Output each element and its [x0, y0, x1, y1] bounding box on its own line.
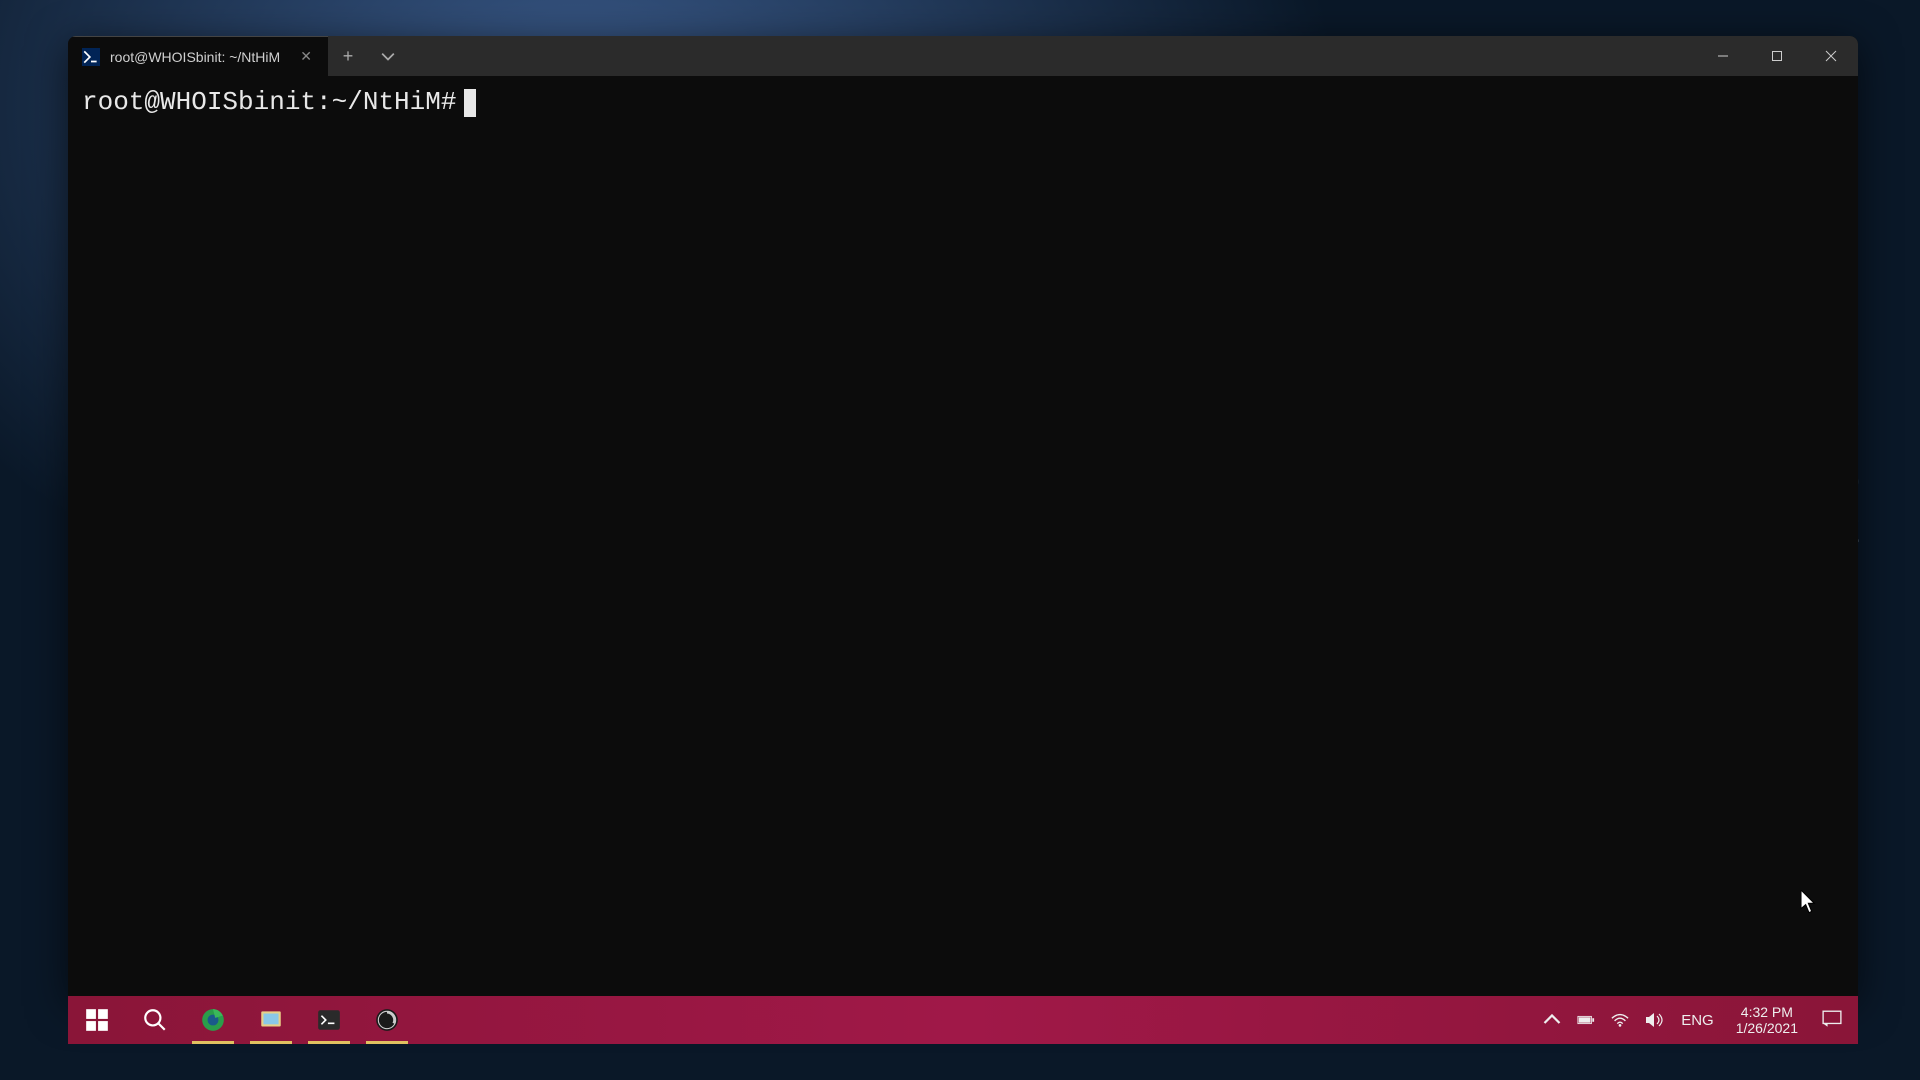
clock[interactable]: 4:32 PM 1/26/2021 [1726, 1004, 1808, 1036]
title-bar[interactable]: root@WHOISbinit: ~/NtHiM ✕ + [68, 36, 1858, 76]
text-cursor [464, 89, 476, 117]
language-indicator[interactable]: ENG [1673, 1012, 1722, 1029]
show-hidden-icons[interactable] [1537, 1011, 1567, 1029]
powershell-icon [82, 48, 100, 66]
volume-icon[interactable] [1639, 1011, 1669, 1029]
window-controls [1696, 36, 1858, 76]
terminal-window: root@WHOISbinit: ~/NtHiM ✕ + root@WHOISb… [68, 36, 1858, 998]
taskbar-app-files[interactable] [242, 996, 300, 1044]
clock-time: 4:32 PM [1736, 1004, 1798, 1020]
notifications-button[interactable] [1812, 1010, 1852, 1031]
clock-date: 1/26/2021 [1736, 1020, 1798, 1036]
close-window-button[interactable] [1804, 36, 1858, 76]
minimize-button[interactable] [1696, 36, 1750, 76]
taskbar-app-browser[interactable] [184, 996, 242, 1044]
close-tab-icon[interactable]: ✕ [294, 46, 318, 67]
battery-icon[interactable] [1571, 1011, 1601, 1029]
start-button[interactable] [68, 996, 126, 1044]
terminal-body[interactable]: root@WHOISbinit:~/NtHiM# [68, 76, 1858, 998]
taskbar: ENG 4:32 PM 1/26/2021 [68, 996, 1858, 1044]
taskbar-app-obs[interactable] [358, 996, 416, 1044]
taskbar-app-terminal[interactable] [300, 996, 358, 1044]
new-tab-button[interactable]: + [328, 36, 368, 76]
search-button[interactable] [126, 996, 184, 1044]
terminal-tab[interactable]: root@WHOISbinit: ~/NtHiM ✕ [68, 36, 328, 76]
wifi-icon[interactable] [1605, 1011, 1635, 1029]
tab-title: root@WHOISbinit: ~/NtHiM [110, 49, 284, 65]
shell-prompt: root@WHOISbinit:~/NtHiM# [82, 86, 456, 120]
tab-dropdown-button[interactable] [368, 36, 408, 76]
maximize-button[interactable] [1750, 36, 1804, 76]
